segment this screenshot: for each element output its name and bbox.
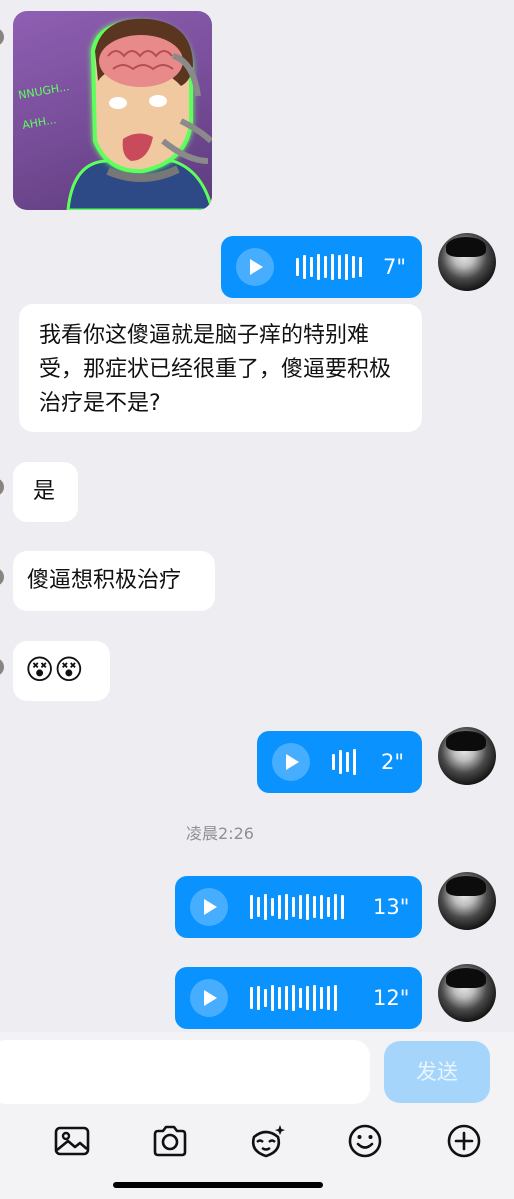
play-icon[interactable] — [272, 743, 310, 781]
voice-duration: 13" — [373, 895, 410, 919]
contact-avatar[interactable] — [0, 568, 4, 586]
timestamp: 凌晨2:26 — [186, 824, 254, 843]
input-bar: 发送 — [0, 1032, 514, 1107]
contact-avatar[interactable] — [0, 478, 4, 496]
waveform-icon — [250, 894, 344, 920]
contact-avatar[interactable] — [0, 658, 4, 676]
my-avatar[interactable] — [438, 964, 496, 1022]
contact-avatar[interactable] — [0, 28, 4, 46]
play-icon[interactable] — [190, 888, 228, 926]
message-text: 我看你这傻逼就是脑子痒的特别难受，那症状已经很重了，傻逼要积极治疗是不是? — [39, 323, 392, 416]
text-message[interactable]: 傻逼想积极治疗 — [13, 551, 215, 611]
play-icon[interactable] — [236, 248, 274, 286]
sticker-illustration: NNUGH... AHH... — [17, 18, 212, 210]
waveform-icon — [332, 749, 356, 775]
voice-message[interactable]: 2" — [257, 731, 422, 793]
image-icon[interactable] — [52, 1121, 92, 1161]
chat-screen: NNUGH... AHH... 7" 我看你这傻逼就是脑子痒的特别难受，那症状已… — [0, 0, 514, 1199]
send-button[interactable]: 发送 — [384, 1041, 490, 1103]
waveform-icon — [250, 985, 337, 1011]
plus-icon[interactable] — [444, 1121, 484, 1161]
dizzy-face-emoji: 😵😵 — [25, 653, 84, 686]
camera-icon[interactable] — [150, 1121, 190, 1161]
emoji-message[interactable]: 😵😵 — [13, 641, 110, 701]
face-sparkle-icon[interactable] — [246, 1121, 286, 1161]
sticker-text-1: NNUGH... — [17, 80, 70, 102]
voice-duration: 2" — [381, 750, 405, 774]
message-text: 傻逼想积极治疗 — [27, 568, 182, 593]
home-indicator[interactable] — [113, 1182, 323, 1188]
voice-message[interactable]: 7" — [221, 236, 422, 298]
message-input[interactable] — [0, 1040, 370, 1104]
voice-message[interactable]: 13" — [175, 876, 422, 938]
message-text: 是 — [33, 479, 56, 504]
emoji-icon[interactable] — [345, 1121, 385, 1161]
my-avatar[interactable] — [438, 727, 496, 785]
my-avatar[interactable] — [438, 872, 496, 930]
text-message[interactable]: 我看你这傻逼就是脑子痒的特别难受，那症状已经很重了，傻逼要积极治疗是不是? — [19, 304, 422, 432]
voice-message[interactable]: 12" — [175, 967, 422, 1029]
waveform-icon — [296, 254, 362, 280]
voice-duration: 7" — [383, 255, 407, 279]
sticker-image[interactable]: NNUGH... AHH... — [13, 11, 212, 210]
my-avatar[interactable] — [438, 233, 496, 291]
text-message[interactable]: 是 — [13, 462, 78, 522]
voice-duration: 12" — [373, 986, 410, 1010]
play-icon[interactable] — [190, 979, 228, 1017]
sticker-text-2: AHH... — [21, 113, 57, 132]
